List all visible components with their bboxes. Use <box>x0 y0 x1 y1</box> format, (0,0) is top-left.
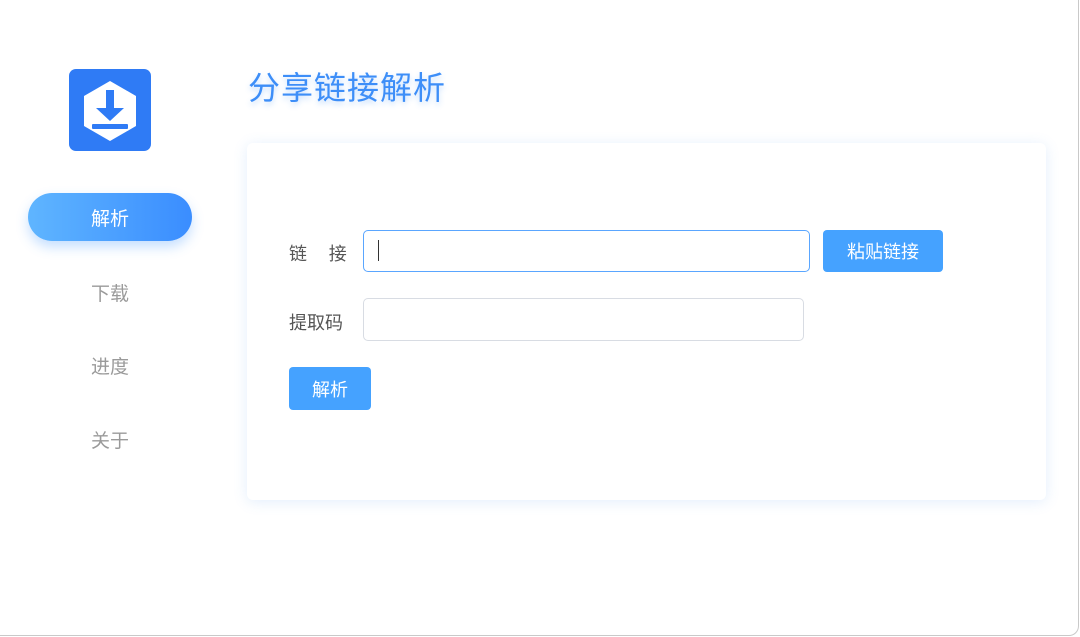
page-title: 分享链接解析 <box>248 69 447 107</box>
nav-item-about[interactable]: 关于 <box>28 415 192 463</box>
link-label: 链 接 <box>289 244 355 265</box>
download-icon <box>84 81 136 141</box>
nav-item-parse[interactable]: 解析 <box>28 193 192 241</box>
nav-item-label: 进度 <box>90 355 129 378</box>
app-logo <box>69 69 151 151</box>
nav-item-progress[interactable]: 进度 <box>28 341 192 389</box>
link-input[interactable] <box>363 230 810 272</box>
nav-item-label: 下载 <box>90 282 129 305</box>
text-caret <box>378 240 379 261</box>
nav-item-download[interactable]: 下载 <box>28 268 192 316</box>
nav-item-label: 解析 <box>90 207 129 230</box>
paste-link-button[interactable]: 粘贴链接 <box>823 230 943 272</box>
nav-item-label: 关于 <box>90 429 129 452</box>
extraction-code-input[interactable] <box>363 298 804 341</box>
parse-button[interactable]: 解析 <box>289 367 371 410</box>
extraction-code-label: 提取码 <box>289 313 343 334</box>
app-window: 解析 下载 进度 关于 分享链接解析 链 接 粘贴链接 提取码 解析 <box>0 0 1079 636</box>
